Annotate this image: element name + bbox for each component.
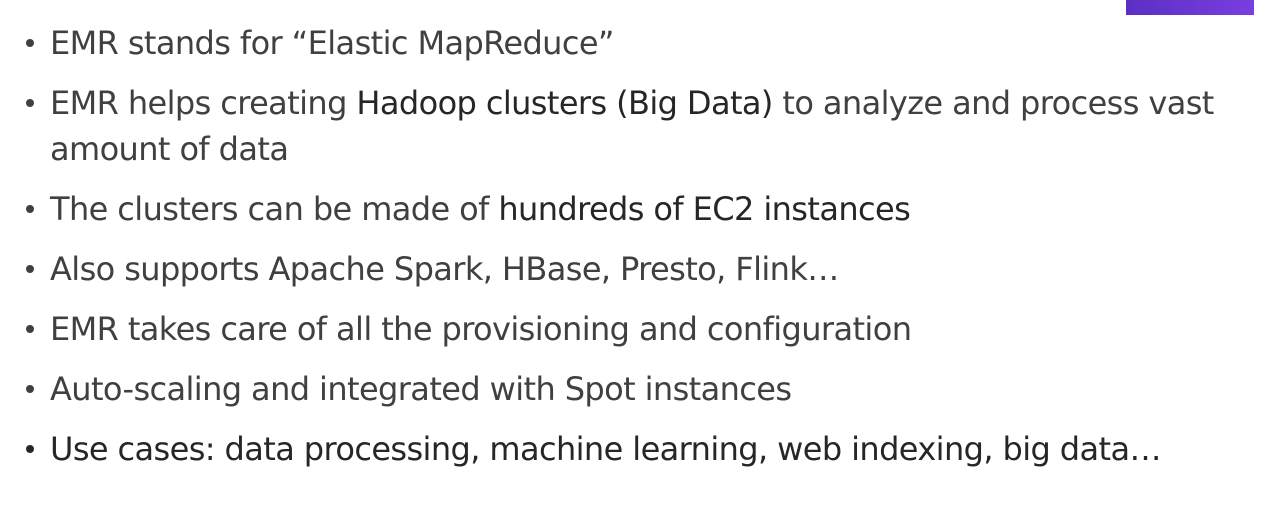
bullet-text: Use cases: data processing, machine lear… [50, 430, 1161, 468]
bullet-provisioning: EMR takes care of all the provisioning a… [22, 306, 1252, 352]
bullet-text: EMR takes care of all the provisioning a… [50, 310, 912, 348]
bullet-text: Auto-scaling and integrated with Spot in… [50, 370, 792, 408]
bullet-autoscaling: Auto-scaling and integrated with Spot in… [22, 366, 1252, 412]
bullet-text: EMR helps creating [50, 84, 357, 122]
bullet-list: EMR stands for “Elastic MapReduce” EMR h… [22, 20, 1252, 486]
bullet-dot-icon [26, 385, 34, 393]
bullet-supported-frameworks: Also supports Apache Spark, HBase, Prest… [22, 246, 1252, 292]
bullet-hadoop-clusters: EMR helps creating Hadoop clusters (Big … [22, 80, 1220, 172]
bullet-dot-icon [26, 325, 34, 333]
bullet-text: Also supports Apache Spark, HBase, Prest… [50, 250, 839, 288]
bullet-dot-icon [26, 205, 34, 213]
slide-accent-bar [1126, 0, 1254, 15]
bullet-text: EMR stands for “Elastic MapReduce” [50, 24, 615, 62]
emphasis-text: hundreds of EC2 instances [498, 190, 911, 228]
emphasis-text: Hadoop clusters (Big Data) [356, 84, 773, 122]
bullet-cluster-size: The clusters can be made of hundreds of … [22, 186, 1252, 232]
bullet-dot-icon [26, 39, 34, 47]
bullet-use-cases: Use cases: data processing, machine lear… [22, 426, 1252, 472]
bullet-dot-icon [26, 445, 34, 453]
bullet-text: The clusters can be made of [50, 190, 499, 228]
bullet-emr-definition: EMR stands for “Elastic MapReduce” [22, 20, 1252, 66]
bullet-dot-icon [26, 265, 34, 273]
bullet-dot-icon [26, 99, 34, 107]
